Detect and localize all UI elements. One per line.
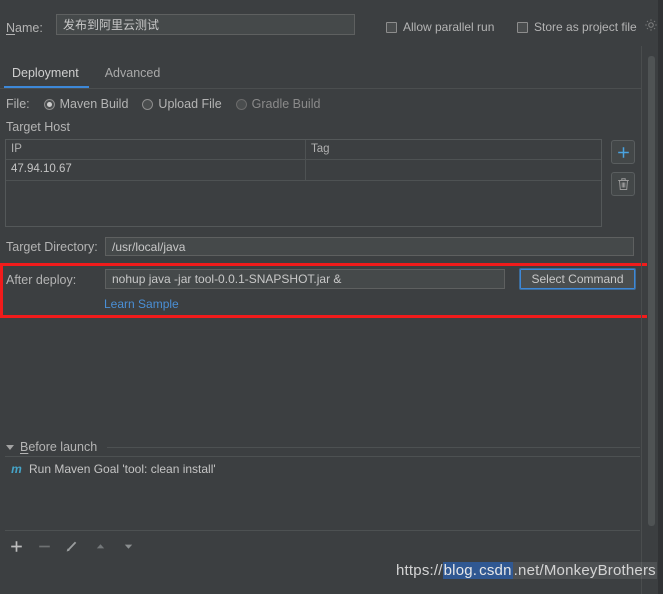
add-icon bbox=[10, 540, 22, 552]
target-host-table[interactable]: IP Tag 47.94.10.67 bbox=[5, 139, 602, 227]
store-as-project-file-label: Store as project file bbox=[534, 20, 637, 34]
list-item[interactable]: m Run Maven Goal 'tool: clean install' bbox=[5, 460, 640, 478]
after-deploy-input[interactable]: nohup java -jar tool-0.0.1-SNAPSHOT.jar … bbox=[105, 269, 505, 289]
add-icon bbox=[617, 146, 629, 158]
watermark-suffix: .net/MonkeyBrothers bbox=[512, 562, 657, 579]
before-launch-title: Before launch bbox=[20, 440, 98, 454]
select-command-button[interactable]: Select Command bbox=[519, 268, 636, 290]
file-label: File: bbox=[6, 97, 30, 111]
before-launch-header[interactable]: Before launch bbox=[6, 440, 640, 454]
after-deploy-label: After deploy: bbox=[6, 273, 77, 287]
remove-icon bbox=[38, 545, 50, 547]
select-command-label: Select Command bbox=[531, 272, 624, 286]
list-item-label: Run Maven Goal 'tool: clean install' bbox=[29, 462, 216, 476]
checkbox-box bbox=[386, 21, 397, 33]
tab-advanced-label: Advanced bbox=[104, 66, 161, 80]
checkbox-box bbox=[517, 21, 528, 33]
gear-icon[interactable] bbox=[644, 18, 658, 32]
learn-sample-link[interactable]: Learn Sample bbox=[104, 297, 179, 311]
run-configuration-dialog: Name: 发布到阿里云测试 Allow parallel run Store … bbox=[0, 0, 663, 594]
radio-upload-file-label: Upload File bbox=[158, 97, 222, 111]
chevron-down-icon[interactable] bbox=[6, 444, 14, 450]
tab-deployment-label: Deployment bbox=[12, 66, 79, 80]
name-label: Name: bbox=[6, 21, 43, 35]
section-divider bbox=[107, 446, 640, 448]
watermark-middle: csdn bbox=[478, 562, 513, 579]
target-directory-value: /usr/local/java bbox=[112, 239, 186, 254]
trash-icon bbox=[617, 178, 629, 190]
column-header-ip[interactable]: IP bbox=[6, 140, 306, 159]
move-up-button bbox=[89, 536, 111, 556]
tab-advanced[interactable]: Advanced bbox=[93, 62, 175, 85]
allow-parallel-run-label: Allow parallel run bbox=[403, 20, 495, 34]
watermark-highlight: blog. bbox=[442, 562, 479, 579]
scrollbar-thumb[interactable] bbox=[648, 56, 655, 526]
tab-bar: Deployment Advanced bbox=[0, 62, 641, 89]
radio-dot bbox=[43, 98, 55, 110]
store-as-project-file-checkbox[interactable]: Store as project file bbox=[517, 20, 637, 34]
radio-gradle-build-label: Gradle Build bbox=[251, 97, 321, 111]
remove-task-button bbox=[33, 536, 55, 556]
panel-divider bbox=[641, 46, 642, 594]
tab-separator bbox=[0, 88, 641, 89]
radio-maven-build-label: Maven Build bbox=[59, 97, 129, 111]
header-row: Name: 发布到阿里云测试 Allow parallel run Store … bbox=[0, 0, 663, 46]
radio-upload-file[interactable]: Upload File bbox=[142, 97, 222, 111]
cell-ip[interactable]: 47.94.10.67 bbox=[6, 160, 306, 180]
move-down-button bbox=[117, 536, 139, 556]
radio-dot bbox=[235, 98, 247, 110]
after-deploy-value: nohup java -jar tool-0.0.1-SNAPSHOT.jar … bbox=[112, 272, 342, 286]
cell-tag[interactable] bbox=[306, 160, 601, 180]
target-directory-input[interactable]: /usr/local/java bbox=[105, 237, 634, 256]
edit-task-button[interactable] bbox=[61, 536, 83, 556]
tab-deployment[interactable]: Deployment bbox=[0, 62, 93, 88]
table-header: IP Tag bbox=[6, 140, 601, 160]
delete-host-button[interactable] bbox=[611, 172, 635, 196]
maven-icon: m bbox=[11, 462, 22, 476]
add-task-button[interactable] bbox=[5, 536, 27, 556]
name-input[interactable]: 发布到阿里云测试 bbox=[56, 14, 355, 35]
move-up-icon bbox=[96, 543, 104, 548]
radio-maven-build[interactable]: Maven Build bbox=[43, 97, 129, 111]
column-header-tag[interactable]: Tag bbox=[306, 140, 601, 159]
file-type-row: File: Maven Build Upload File Gradle Bui… bbox=[6, 97, 320, 111]
add-host-button[interactable] bbox=[611, 140, 635, 164]
watermark-prefix: https:// bbox=[396, 562, 443, 579]
move-down-icon bbox=[124, 544, 132, 549]
radio-dot bbox=[142, 98, 154, 110]
target-directory-label: Target Directory: bbox=[6, 240, 98, 254]
table-row[interactable]: 47.94.10.67 bbox=[6, 160, 601, 181]
watermark: https://blog. csdn .net/MonkeyBrothers bbox=[396, 562, 657, 579]
target-host-title: Target Host bbox=[6, 120, 70, 134]
before-launch-list[interactable]: m Run Maven Goal 'tool: clean install' bbox=[5, 456, 640, 531]
window-right-edge bbox=[658, 0, 663, 594]
name-input-value: 发布到阿里云测试 bbox=[63, 18, 160, 32]
allow-parallel-run-checkbox[interactable]: Allow parallel run bbox=[386, 20, 494, 34]
before-launch-toolbar bbox=[5, 536, 139, 556]
radio-gradle-build: Gradle Build bbox=[235, 97, 321, 111]
edit-pencil-icon bbox=[66, 541, 77, 552]
